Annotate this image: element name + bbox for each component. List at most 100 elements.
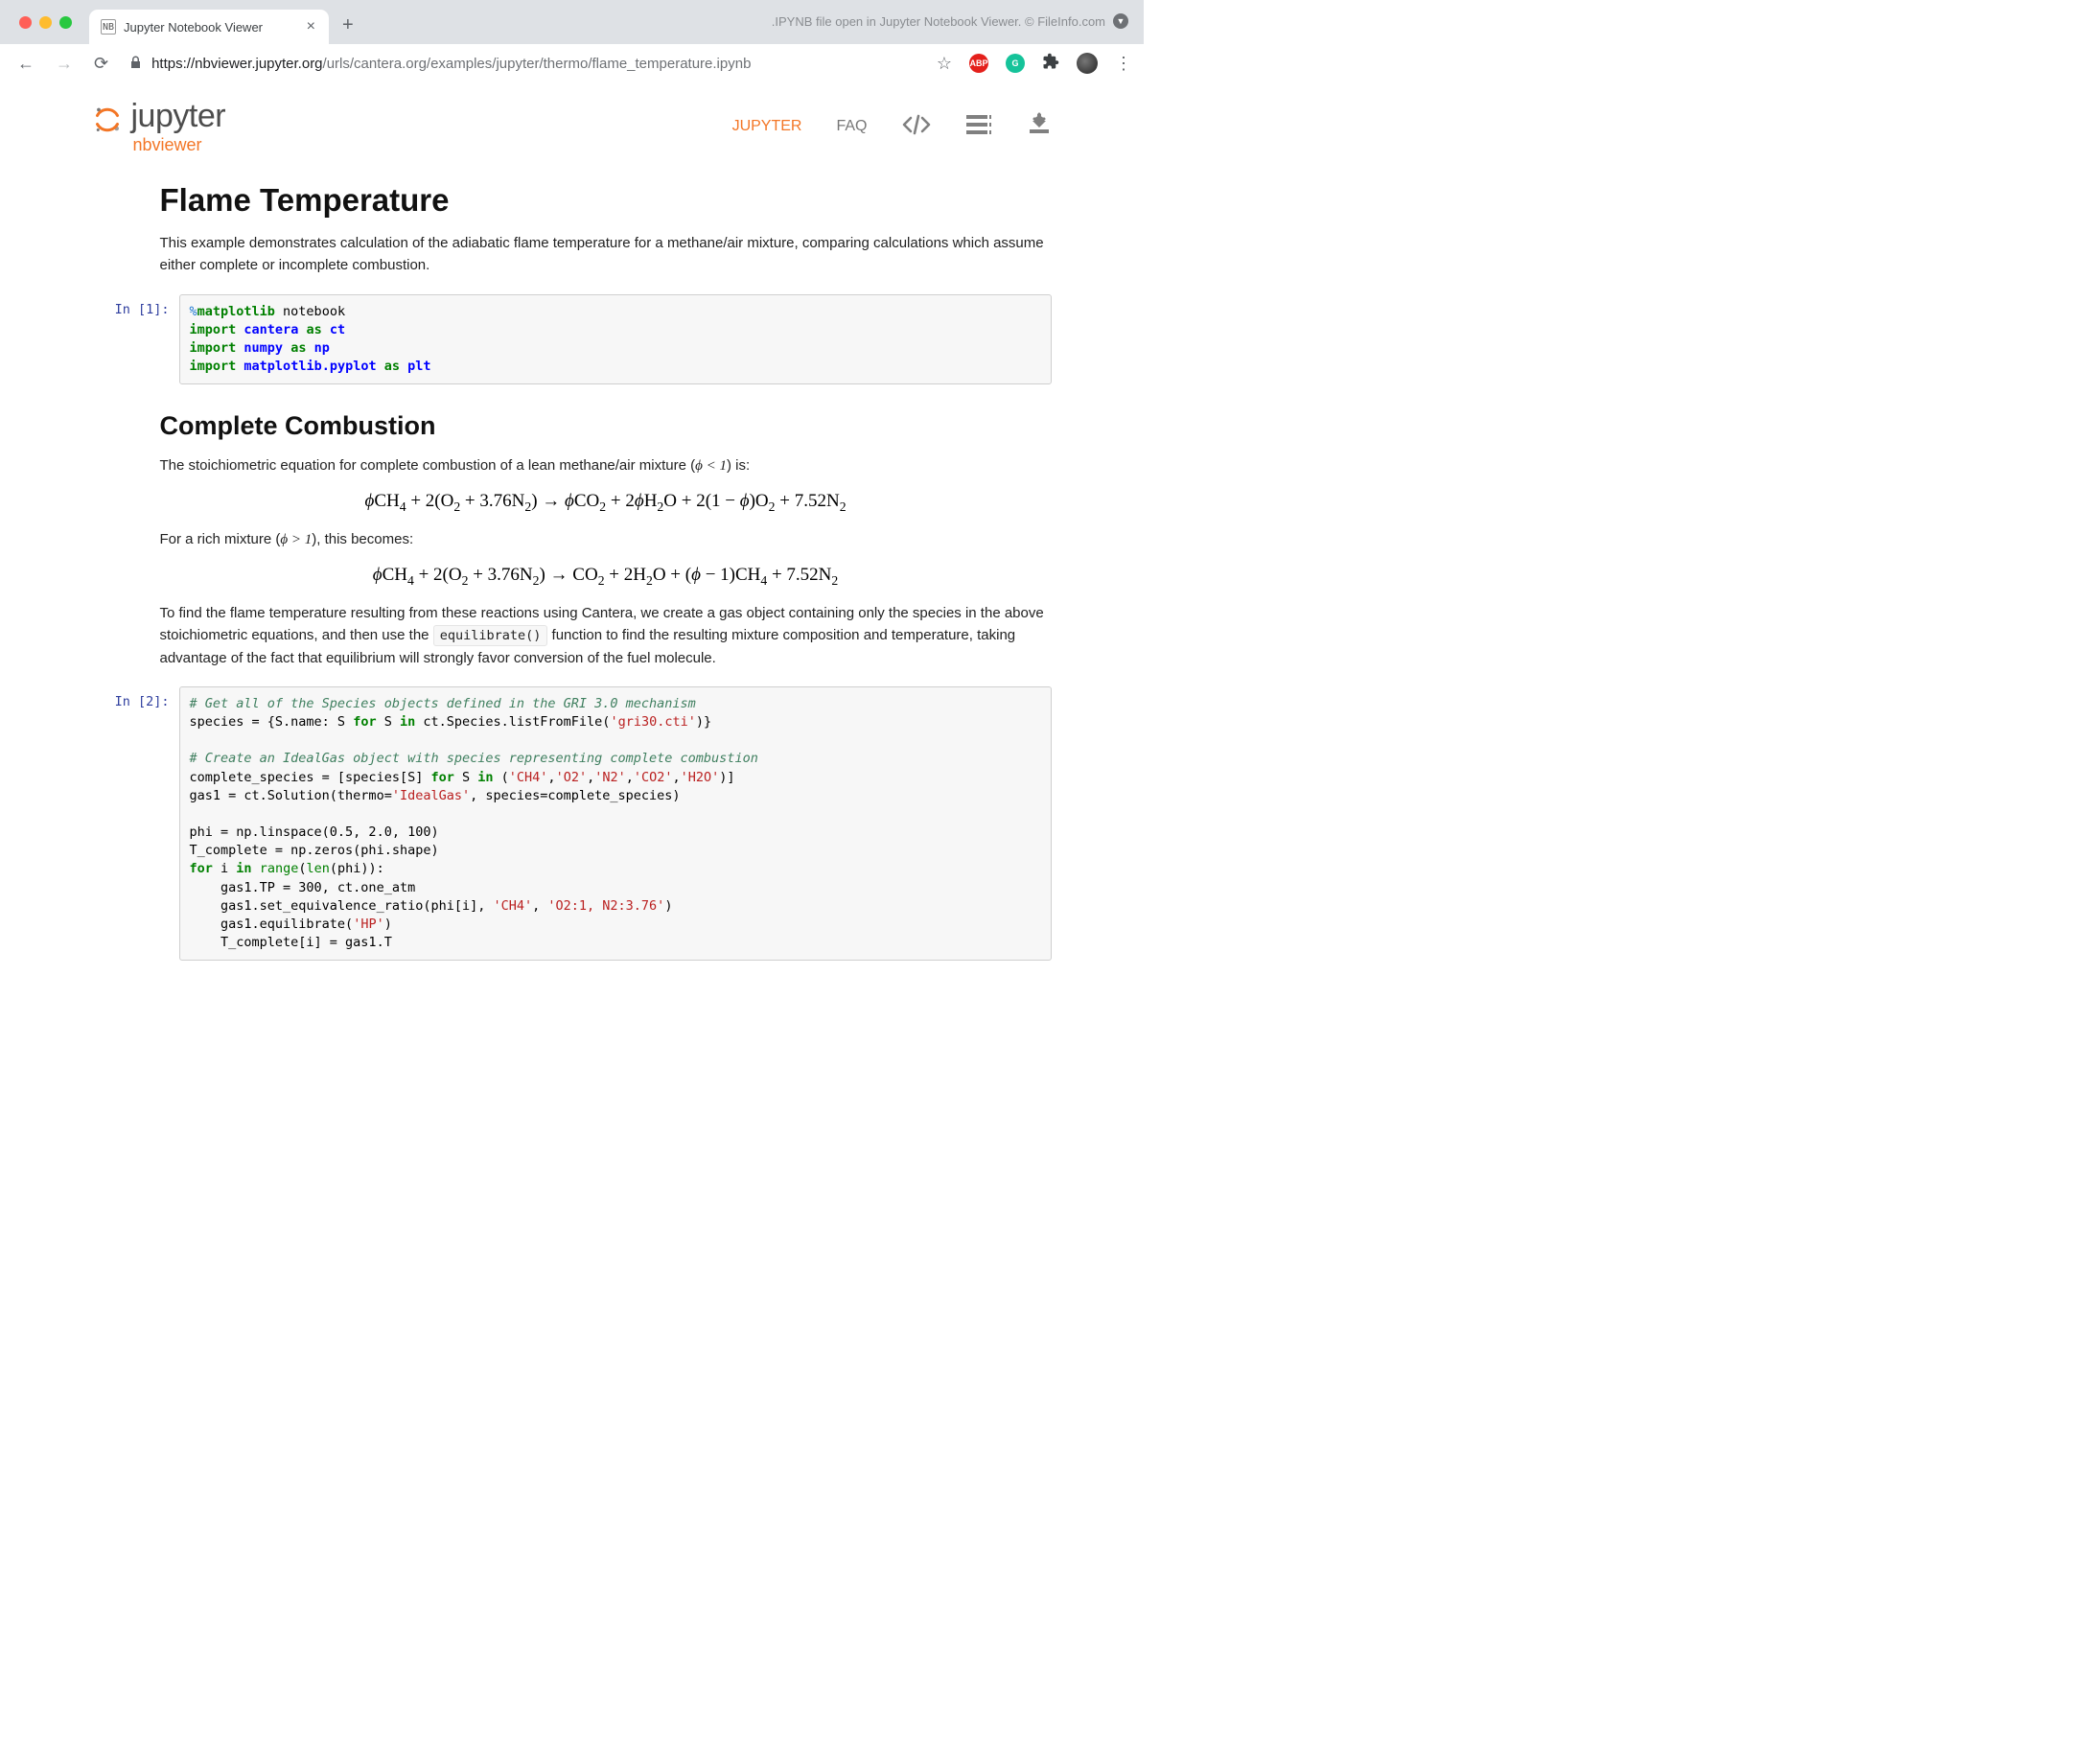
code-token: , species=complete_species) [470,788,680,803]
code-token: matplotlib.pyplot [244,359,376,374]
code-token: cantera [244,322,298,337]
equation: ϕCH4 + 2(O2 + 3.76N2) → ϕCO2 + 2ϕH2O + 2… [160,491,1052,515]
browser-chrome: NB Jupyter Notebook Viewer × + .IPYNB fi… [0,0,1144,83]
chrome-menu-icon[interactable]: ⋮ [1115,54,1132,74]
nbviewer-header: jupyter nbviewer JUPYTER FAQ [93,100,1052,153]
code-cell-1: In [1]: %matplotlib notebook import cant… [93,294,1052,385]
logo[interactable]: jupyter nbviewer [93,100,226,153]
code-token: import [190,359,237,374]
tab-title: Jupyter Notebook Viewer [124,20,297,35]
code-token: , [626,770,634,785]
code-token: 'gri30.cti' [610,714,695,730]
code-token: )} [696,714,711,730]
caption-dropdown-icon[interactable]: ▼ [1113,13,1128,29]
back-button[interactable]: ← [12,50,40,78]
code-token: in [477,770,493,785]
profile-avatar[interactable] [1077,53,1098,74]
cell-prompt: In [1]: [93,294,179,317]
tab-close-button[interactable]: × [305,18,317,35]
header-nav: JUPYTER FAQ [732,112,1052,142]
close-window-button[interactable] [19,16,32,29]
code-token: 'CH4' [509,770,548,785]
code-token: as [384,359,400,374]
code-token: 'CH4' [493,898,532,914]
code-token: np [314,340,330,356]
text: ) is: [727,457,750,474]
math-inline: ϕ > 1 [280,532,312,547]
code-token: gas1 = ct.Solution(thermo= [190,788,392,803]
titlebar: NB Jupyter Notebook Viewer × + .IPYNB fi… [0,0,1144,44]
extensions-icon[interactable] [1042,53,1059,75]
nav-faq-link[interactable]: FAQ [836,118,867,135]
code-token: matplotlib [197,304,275,319]
code-token: as [290,340,306,356]
bookmark-star-icon[interactable]: ☆ [937,54,952,74]
new-tab-button[interactable]: + [342,14,354,36]
paragraph: To find the flame temperature resulting … [160,602,1052,669]
cell-code[interactable]: %matplotlib notebook import cantera as c… [179,294,1052,385]
code-token: range [260,861,299,876]
code-token: )] [719,770,734,785]
notebook-title: Flame Temperature [160,182,1052,219]
grammarly-extension-icon[interactable]: G [1006,54,1025,73]
window-caption: .IPYNB file open in Jupyter Notebook Vie… [772,13,1128,29]
browser-tab[interactable]: NB Jupyter Notebook Viewer × [89,10,329,44]
adblock-extension-icon[interactable]: ABP [969,54,988,73]
url-path: /urls/cantera.org/examples/jupyter/therm… [323,56,752,72]
code-token: for [190,861,213,876]
code-token: ct [330,322,345,337]
code-token: 'O2:1, N2:3.76' [547,898,664,914]
code-token: import [190,340,237,356]
inline-code: equilibrate() [433,625,548,646]
notebook-body: Flame Temperature This example demonstra… [160,182,1052,961]
code-token: as [306,322,321,337]
code-token: notebook [275,304,345,319]
code-token: len [306,861,329,876]
code-token: species = {S.name: S [190,714,354,730]
text: ), this becomes: [312,531,413,547]
forward-button[interactable]: → [50,50,79,78]
code-token: % [190,304,197,319]
code-token [252,861,260,876]
reload-button[interactable]: ⟳ [88,50,114,78]
code-token: import [190,322,237,337]
code-token: 'H2O' [681,770,720,785]
math-inline: ϕ < 1 [695,458,727,474]
minimize-window-button[interactable] [39,16,52,29]
nav-jupyter-link[interactable]: JUPYTER [732,118,802,135]
code-token: (phi)): [330,861,384,876]
cell-code[interactable]: # Get all of the Species objects defined… [179,686,1052,961]
equation: ϕCH4 + 2(O2 + 3.76N2) → CO2 + 2H2O + (ϕ … [160,565,1052,589]
code-token: 'CO2' [634,770,673,785]
code-comment: # Create an IdealGas object with species… [190,751,758,766]
url-domain: https://nbviewer.jupyter.org [151,56,322,72]
code-token: phi = np.linspace(0.5, 2.0, 100) [190,824,439,840]
code-token: 'IdealGas' [392,788,470,803]
code-token: plt [407,359,430,374]
code-token: 'N2' [594,770,626,785]
lock-icon [129,56,142,72]
code-token: ) [664,898,672,914]
window-controls [19,16,72,29]
code-token: T_complete[i] = gas1.T [190,935,392,950]
code-token: for [353,714,376,730]
logo-nbviewer-text: nbviewer [133,136,226,153]
code-token: numpy [244,340,283,356]
paragraph: The stoichiometric equation for complete… [160,454,1052,477]
text: The stoichiometric equation for complete… [160,457,696,474]
caption-text: .IPYNB file open in Jupyter Notebook Vie… [772,14,1105,29]
maximize-window-button[interactable] [59,16,72,29]
execute-binder-icon[interactable] [965,113,992,141]
intro-paragraph: This example demonstrates calculation of… [160,232,1052,277]
section-heading: Complete Combustion [160,411,1052,441]
download-icon[interactable] [1027,112,1052,142]
code-token: , [673,770,681,785]
code-token: for [430,770,453,785]
view-code-icon[interactable] [902,114,931,140]
page-container: jupyter nbviewer JUPYTER FAQ Flame Tempe [45,82,1100,966]
code-token: i [213,861,236,876]
code-token: S [377,714,400,730]
code-comment: # Get all of the Species objects defined… [190,696,696,711]
address-bar[interactable]: https://nbviewer.jupyter.org/urls/canter… [124,56,927,72]
page-viewport[interactable]: jupyter nbviewer JUPYTER FAQ Flame Tempe [0,82,1144,966]
